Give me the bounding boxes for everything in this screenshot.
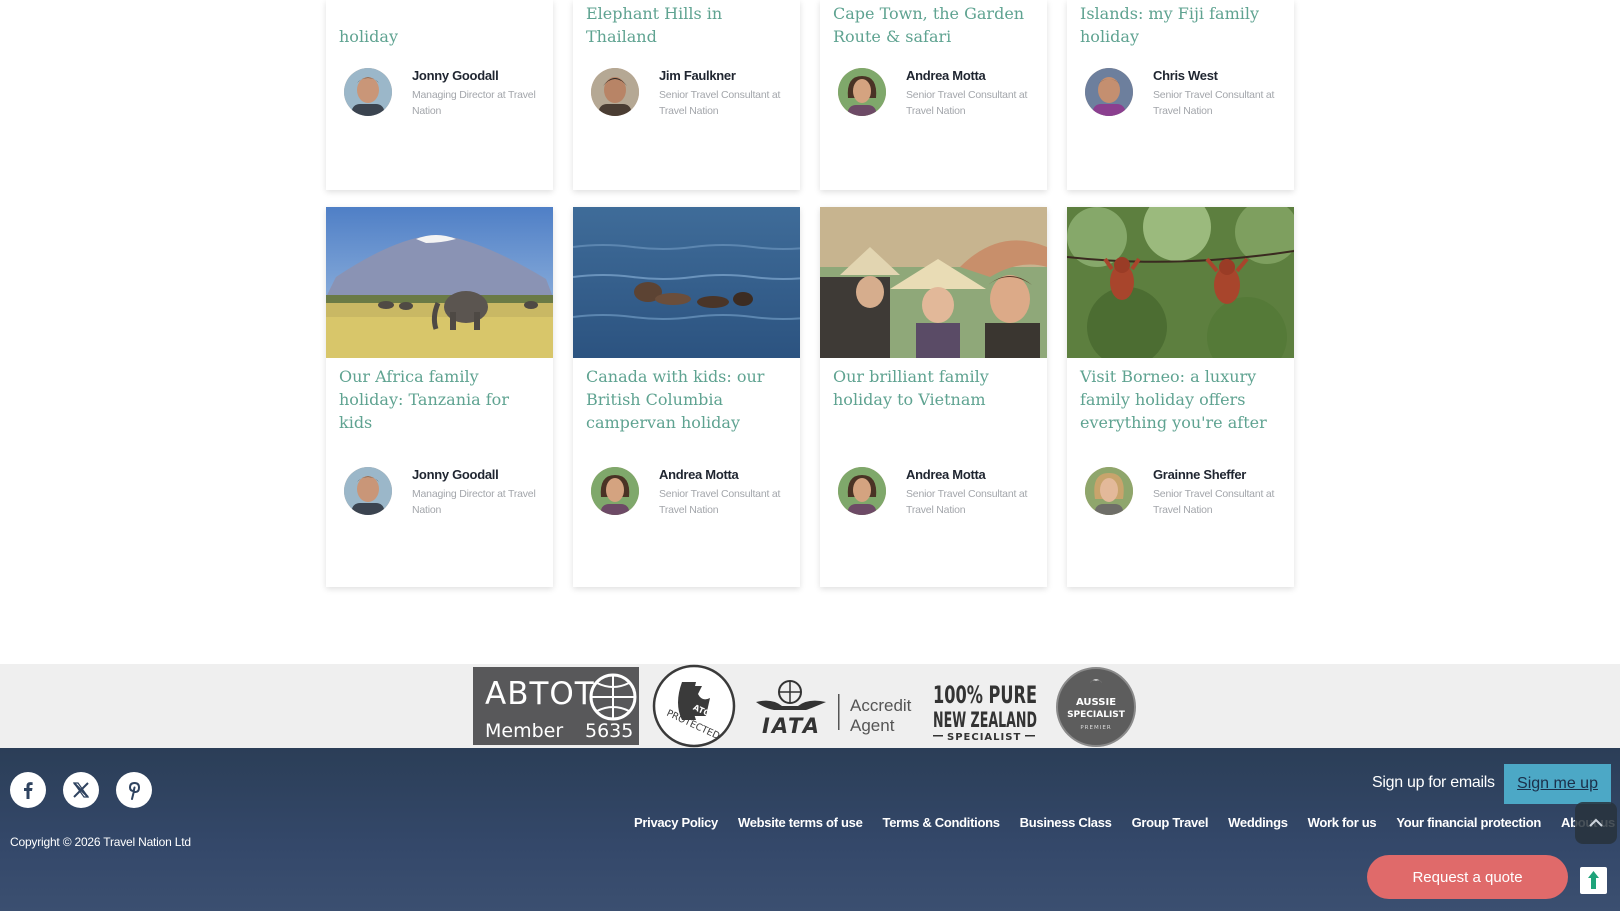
email-signup-label: Sign up for emails: [1372, 774, 1495, 791]
footer-link-financial-protection[interactable]: Your financial protection: [1396, 815, 1541, 830]
author-role: Senior Travel Consultant at Travel Natio…: [659, 89, 781, 117]
author-role: Senior Travel Consultant at Travel Natio…: [659, 488, 781, 516]
article-image[interactable]: [820, 207, 1047, 358]
author-name: Jim Faulkner: [659, 68, 736, 83]
footer-link-weddings[interactable]: Weddings: [1228, 815, 1288, 830]
footer-link-group-travel[interactable]: Group Travel: [1132, 815, 1209, 830]
aussie-line3: PREMIER: [1080, 725, 1111, 731]
abtot-name: ABTOT: [485, 676, 595, 712]
author-block: Andrea Motta Senior Travel Consultant at…: [838, 66, 1038, 118]
author-name: Jonny Goodall: [412, 467, 499, 482]
avatar: [1085, 68, 1133, 116]
footer-link-website-terms[interactable]: Website terms of use: [738, 815, 863, 830]
aussie-line2: SPECIALIST: [1067, 710, 1126, 720]
accreditation-bar: ABTOT Member 5635 ATOL PROTECTED IATA Ac…: [0, 664, 1620, 748]
author-name: Jonny Goodall: [412, 68, 499, 83]
article-title[interactable]: South Africa with kids: Cape Town, the G…: [833, 0, 1035, 48]
article-card[interactable]: Elephant Hills in Thailand Jim Faulkner …: [573, 0, 800, 190]
article-card[interactable]: South Africa with kids: Cape Town, the G…: [820, 0, 1047, 190]
author-block: Jim Faulkner Senior Travel Consultant at…: [591, 66, 791, 118]
avatar: [591, 467, 639, 515]
avatar: [344, 68, 392, 116]
article-title[interactable]: Our Africa family holiday: Tanzania for …: [339, 365, 541, 434]
avatar: [591, 68, 639, 116]
author-role: Senior Travel Consultant at Travel Natio…: [906, 89, 1028, 117]
article-title[interactable]: Elephant Hills in Thailand: [586, 2, 788, 48]
author-block: Jonny Goodall Managing Director at Trave…: [344, 465, 544, 517]
author-role: Senior Travel Consultant at Travel Natio…: [906, 488, 1028, 516]
facebook-link[interactable]: [10, 772, 46, 808]
article-card[interactable]: Visit Borneo: a luxury family holiday of…: [1067, 207, 1294, 587]
abtot-logo: ABTOT Member 5635: [473, 667, 639, 745]
author-name: Chris West: [1153, 68, 1218, 83]
footer-link-terms-conditions[interactable]: Terms & Conditions: [883, 815, 1000, 830]
article-title[interactable]: Canada with kids: our British Columbia c…: [586, 365, 788, 434]
iata-name: IATA: [762, 714, 821, 736]
nz-line3: SPECIALIST: [947, 732, 1021, 740]
x-twitter-icon: [72, 782, 90, 798]
author-name: Grainne Sheffer: [1153, 467, 1247, 482]
author-role: Managing Director at Travel Nation: [412, 488, 536, 516]
avatar: [1085, 467, 1133, 515]
article-title[interactable]: Islands: my Fiji family holiday: [1080, 2, 1282, 48]
author-role: Senior Travel Consultant at Travel Natio…: [1153, 488, 1275, 516]
site-footer: Copyright © 2026 Travel Nation Ltd Sign …: [0, 748, 1620, 911]
atol-logo: ATOL PROTECTED: [652, 664, 736, 748]
avatar: [344, 467, 392, 515]
article-title[interactable]: Visit Borneo: a luxury family holiday of…: [1080, 365, 1282, 434]
pinterest-icon: [128, 781, 141, 800]
article-card[interactable]: holiday Jonny Goodall Managing Director …: [326, 0, 553, 190]
articles-grid: holiday Jonny Goodall Managing Director …: [0, 0, 1620, 664]
author-role: Senior Travel Consultant at Travel Natio…: [1153, 89, 1275, 117]
article-card[interactable]: Our brilliant family holiday to Vietnam …: [820, 207, 1047, 587]
footer-nav: Privacy Policy Website terms of use Term…: [634, 815, 1615, 830]
aussie-line1: AUSSIE: [1076, 697, 1116, 708]
article-title[interactable]: Our brilliant family holiday to Vietnam: [833, 365, 1035, 411]
x-twitter-link[interactable]: [63, 772, 99, 808]
author-name: Andrea Motta: [659, 467, 739, 482]
facebook-icon: [24, 782, 33, 799]
iata-agent: Agent: [850, 716, 895, 735]
author-block: Chris West Senior Travel Consultant at T…: [1085, 66, 1285, 118]
nz-line1: 100% PURE: [933, 681, 1037, 709]
pinterest-link[interactable]: [116, 772, 152, 808]
request-quote-button[interactable]: Request a quote: [1367, 855, 1568, 899]
footer-link-work-for-us[interactable]: Work for us: [1308, 815, 1377, 830]
feedback-icon: [1588, 871, 1599, 889]
author-block: Jonny Goodall Managing Director at Trave…: [344, 66, 544, 118]
avatar: [838, 68, 886, 116]
nz-line2: NEW ZEALAND: [933, 708, 1037, 732]
author-role: Managing Director at Travel Nation: [412, 89, 536, 117]
author-name: Andrea Motta: [906, 68, 986, 83]
author-block: Andrea Motta Senior Travel Consultant at…: [838, 465, 1038, 517]
article-title[interactable]: holiday: [339, 25, 541, 48]
sign-me-up-button[interactable]: Sign me up: [1504, 764, 1611, 804]
scroll-to-top-button[interactable]: [1575, 802, 1617, 844]
author-block: Andrea Motta Senior Travel Consultant at…: [591, 465, 791, 517]
abtot-number: 5635: [585, 720, 633, 742]
iata-accredited: Accredited: [850, 696, 912, 715]
author-name: Andrea Motta: [906, 467, 986, 482]
article-card[interactable]: Canada with kids: our British Columbia c…: [573, 207, 800, 587]
feedback-button[interactable]: [1580, 867, 1607, 894]
article-image[interactable]: [326, 207, 553, 358]
article-card[interactable]: Islands: my Fiji family holiday Chris We…: [1067, 0, 1294, 190]
chevron-up-icon: [1589, 818, 1603, 827]
article-image[interactable]: [1067, 207, 1294, 358]
article-card[interactable]: Our Africa family holiday: Tanzania for …: [326, 207, 553, 587]
aussie-specialist-logo: AUSSIE SPECIALIST PREMIER: [1056, 667, 1136, 747]
copyright-text: Copyright © 2026 Travel Nation Ltd: [10, 835, 191, 849]
author-block: Grainne Sheffer Senior Travel Consultant…: [1085, 465, 1285, 517]
new-zealand-specialist-logo: 100% PURE NEW ZEALAND SPECIALIST: [933, 681, 1037, 740]
avatar: [838, 467, 886, 515]
article-image[interactable]: [573, 207, 800, 358]
footer-link-privacy-policy[interactable]: Privacy Policy: [634, 815, 718, 830]
iata-logo: IATA Accredited Agent: [756, 680, 912, 736]
footer-link-business-class[interactable]: Business Class: [1020, 815, 1112, 830]
abtot-member: Member: [485, 720, 563, 742]
